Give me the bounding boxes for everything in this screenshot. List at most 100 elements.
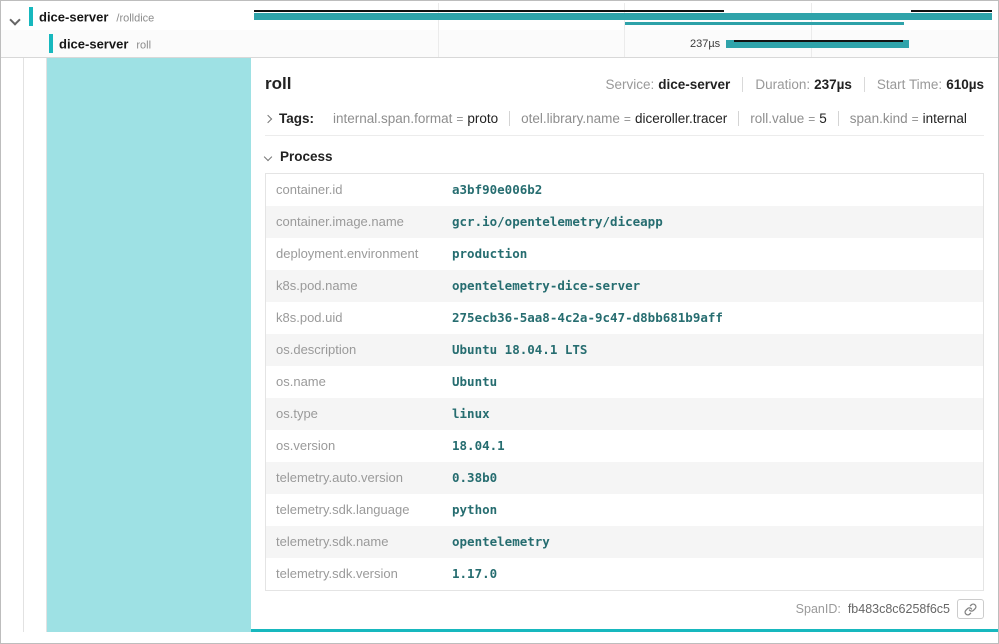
collapse-chevron-icon[interactable] [11,11,19,29]
attribute-value: 275ecb36-5aa8-4c2a-9c47-d8bb681b9aff [452,311,973,325]
attribute-key: os.type [276,407,452,421]
table-row: telemetry.sdk.nameopentelemetry [266,526,983,558]
attribute-value: opentelemetry [452,535,973,549]
attribute-value: 0.38b0 [452,471,973,485]
tag-item: roll.value = 5 [739,111,839,126]
attribute-key: os.name [276,375,452,389]
tag-key: roll.value [750,111,804,126]
process-label: Process [280,149,333,164]
span-id-label: SpanID: [796,602,841,616]
tag-key: otel.library.name [521,111,620,126]
overview-service: Service:dice-server [605,77,730,92]
table-row: telemetry.auto.version0.38b0 [266,462,983,494]
table-row: deployment.environmentproduction [266,238,983,270]
chevron-down-icon [9,14,20,25]
attribute-key: telemetry.sdk.name [276,535,452,549]
process-accordion[interactable]: Process [265,149,984,164]
process-attributes-table: container.ida3bf90e006b2 container.image… [265,173,984,591]
span-timeline-column [251,3,997,30]
critical-path-line [254,10,724,12]
indent-guide [23,58,24,632]
span-overview: Service:dice-server Duration: 237µs Start… [605,77,984,92]
tag-item: span.kind = internal [839,111,978,126]
overview-start-time: Start Time:610µs [864,77,984,92]
span-detail-panel: roll Service:dice-server Duration: 237µs … [251,58,998,632]
critical-path-line [911,10,992,12]
equals-sign: = [912,112,919,126]
chevron-down-icon [264,152,272,160]
service-name-label: dice-server [39,9,108,24]
tag-value: diceroller.tracer [635,111,727,126]
attribute-key: os.description [276,343,452,357]
attribute-key: deployment.environment [276,247,452,261]
attribute-value: Ubuntu [452,375,973,389]
attribute-key: container.id [276,183,452,197]
span-bar-rolldice[interactable] [254,13,992,20]
span-detail-row: roll Service:dice-server Duration: 237µs … [1,58,998,632]
timeline-gridline [438,30,439,57]
span-row-roll[interactable]: dice-server roll 237µs [1,30,998,58]
equals-sign: = [456,112,463,126]
table-row: k8s.pod.uid275ecb36-5aa8-4c2a-9c47-d8bb6… [266,302,983,334]
span-timeline-column: 237µs [251,30,997,57]
trace-timeline-view: dice-server/rolldice dice-server roll 237… [0,0,999,644]
tag-value: 5 [819,111,827,126]
span-bar-roll[interactable] [726,40,909,48]
duration-label: Duration: [755,77,810,92]
duration-value: 237µs [814,77,852,92]
chevron-right-icon [264,114,272,122]
deep-link-button[interactable] [957,599,984,619]
service-value: dice-server [658,77,730,92]
table-row: os.descriptionUbuntu 18.04.1 LTS [266,334,983,366]
tags-label: Tags: [279,111,314,126]
table-row: k8s.pod.nameopentelemetry-dice-server [266,270,983,302]
table-row: telemetry.sdk.version1.17.0 [266,558,983,590]
span-color-accent [49,34,53,53]
span-detail-header: roll Service:dice-server Duration: 237µs … [265,58,984,94]
start-time-label: Start Time: [877,77,942,92]
table-row: telemetry.sdk.languagepython [266,494,983,526]
attribute-value: gcr.io/opentelemetry/diceapp [452,215,973,229]
table-row: os.version18.04.1 [266,430,983,462]
span-color-accent [29,7,33,26]
table-row: os.typelinux [266,398,983,430]
equals-sign: = [624,112,631,126]
span-detail-name-fill[interactable] [47,58,251,632]
span-title: roll [265,74,291,94]
attribute-key: k8s.pod.uid [276,311,452,325]
tags-accordion[interactable]: Tags: internal.span.format=proto otel.li… [265,111,984,136]
link-icon [964,603,977,616]
operation-name-label: roll [136,39,151,51]
tags-toggle[interactable]: Tags: [265,111,314,126]
attribute-key: os.version [276,439,452,453]
tag-item: otel.library.name = diceroller.tracer [510,111,739,126]
attribute-value: 1.17.0 [452,567,973,581]
attribute-value: Ubuntu 18.04.1 LTS [452,343,973,357]
span-id-value: fb483c8c6258f6c5 [848,602,950,616]
attribute-key: k8s.pod.name [276,279,452,293]
attribute-value: 18.04.1 [452,439,973,453]
attribute-key: telemetry.sdk.version [276,567,452,581]
attribute-value: opentelemetry-dice-server [452,279,973,293]
span-name-column[interactable]: dice-server/rolldice [1,3,251,30]
operation-name-label: /rolldice [116,12,154,24]
span-name-column[interactable]: dice-server roll [1,30,251,57]
attribute-key: telemetry.sdk.language [276,503,452,517]
span-row-rolldice[interactable]: dice-server/rolldice [1,3,998,30]
equals-sign: = [808,112,815,126]
tag-value: internal [923,111,967,126]
table-row: os.nameUbuntu [266,366,983,398]
overview-duration: Duration: 237µs [742,77,852,92]
span-detail-footer: SpanID: fb483c8c6258f6c5 [265,599,984,619]
service-name: dice-server roll [59,36,151,51]
service-name: dice-server/rolldice [39,9,154,24]
attribute-value: a3bf90e006b2 [452,183,973,197]
tag-item: internal.span.format=proto [322,111,510,126]
attribute-value: linux [452,407,973,421]
tag-key: internal.span.format [333,111,452,126]
tag-key: span.kind [850,111,908,126]
service-name-label: dice-server [59,36,128,51]
span-bar-segment [625,22,903,25]
attribute-key: telemetry.auto.version [276,471,452,485]
tag-list: internal.span.format=proto otel.library.… [322,111,978,126]
